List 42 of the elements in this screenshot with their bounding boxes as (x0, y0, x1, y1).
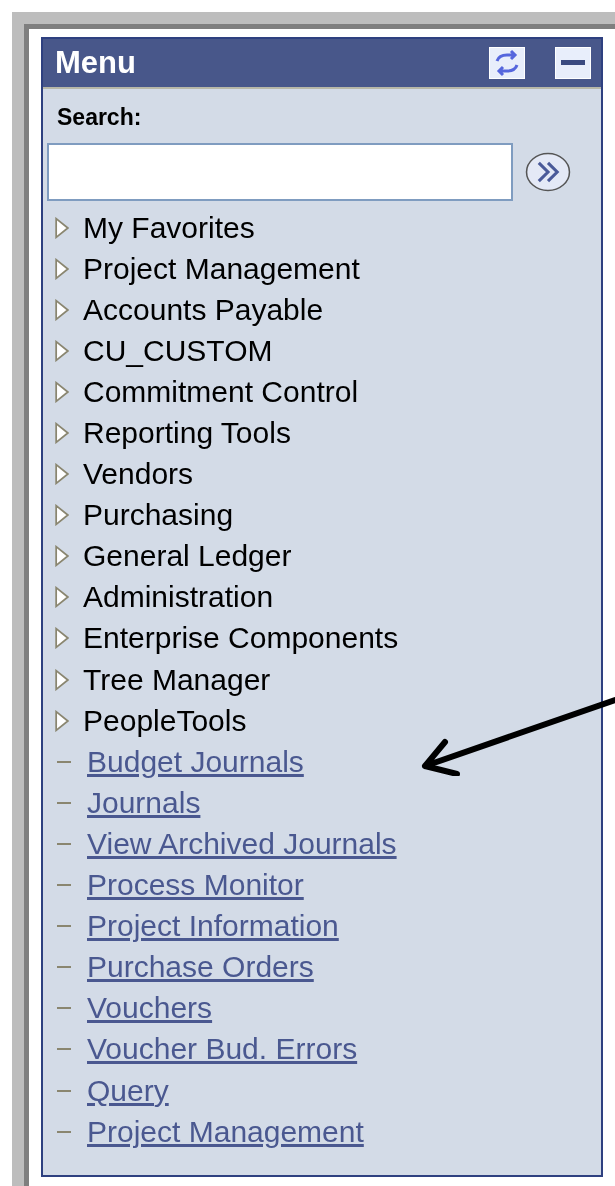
menu-folder[interactable]: My Favorites (83, 210, 255, 245)
menu-folder[interactable]: Enterprise Components (83, 621, 399, 656)
expand-arrow-icon[interactable] (55, 463, 69, 486)
menu-link[interactable]: Query (87, 1073, 169, 1108)
menu-folder[interactable]: Vendors (83, 457, 194, 492)
menu-folder[interactable]: Tree Manager (83, 662, 271, 697)
refresh-icon[interactable] (489, 47, 525, 79)
menu-folder[interactable]: Commitment Control (83, 374, 359, 409)
menu-link[interactable]: Voucher Bud. Errors (87, 1032, 358, 1067)
expand-arrow-icon[interactable] (55, 298, 69, 321)
menu-folder[interactable]: Accounts Payable (83, 292, 324, 327)
expand-arrow-icon[interactable] (55, 545, 69, 568)
expand-arrow-icon[interactable] (55, 709, 69, 732)
menu-folder[interactable]: Project Management (83, 251, 360, 286)
menu-folder[interactable]: Reporting Tools (83, 416, 291, 450)
menu-folder[interactable]: General Ledger (83, 539, 292, 574)
menu-link[interactable]: Vouchers (87, 991, 213, 1026)
menu-folder[interactable]: CU_CUSTOM (83, 333, 273, 368)
expand-arrow-icon[interactable] (55, 586, 69, 609)
search-field[interactable] (47, 143, 513, 201)
expand-arrow-icon[interactable] (55, 257, 69, 280)
expand-arrow-icon[interactable] (55, 339, 69, 362)
minimize-icon[interactable] (555, 47, 591, 79)
menu-folder[interactable]: Purchasing (83, 498, 234, 533)
menu-link[interactable]: Journals (87, 785, 201, 820)
expand-arrow-icon[interactable] (55, 380, 69, 403)
menu-link[interactable]: Process Monitor (87, 868, 304, 903)
expand-arrow-icon[interactable] (55, 216, 69, 239)
menu-folder[interactable]: Administration (83, 580, 274, 615)
expand-arrow-icon[interactable] (55, 668, 69, 691)
menu-link[interactable]: View Archived Journals (87, 826, 397, 861)
menu-title: Menu (55, 45, 136, 81)
menu-link[interactable]: Purchase Orders (87, 950, 314, 985)
menu-folder[interactable]: PeopleTools (83, 703, 247, 738)
expand-arrow-icon[interactable] (55, 627, 69, 650)
menu-link[interactable]: Project Management (87, 1114, 364, 1149)
menu-link[interactable]: Project Information (87, 909, 339, 944)
expand-arrow-icon[interactable] (55, 422, 69, 444)
menu-link[interactable]: Budget Journals (87, 744, 304, 779)
expand-arrow-icon[interactable] (55, 504, 69, 527)
search-label: Search: (56, 103, 143, 132)
search-go-icon[interactable] (525, 152, 571, 192)
